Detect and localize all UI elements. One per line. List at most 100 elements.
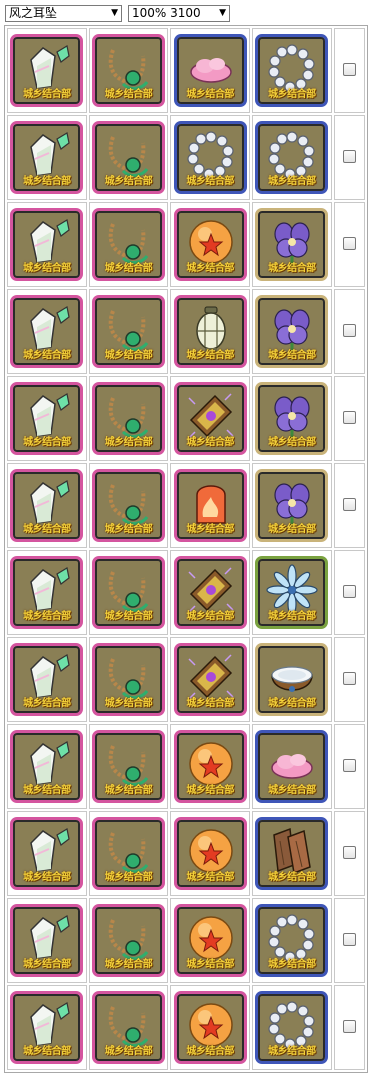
fire-stone-item-tile: 城乡结合部 xyxy=(173,469,247,542)
item-cell: 城乡结合部 xyxy=(252,463,332,548)
select-cell xyxy=(333,115,365,200)
necklace-item-tile: 城乡结合部 xyxy=(92,904,165,977)
rate-select[interactable]: 100% 3100 ▼ xyxy=(128,5,230,22)
row-checkbox[interactable] xyxy=(342,411,356,424)
item-cell: 城乡结合部 xyxy=(88,811,169,896)
item-cell: 城乡结合部 xyxy=(7,376,87,461)
pearl-ring-item-tile: 城乡结合部 xyxy=(255,991,329,1064)
watermark-label: 城乡结合部 xyxy=(186,1046,234,1057)
crystal-item-tile: 城乡结合部 xyxy=(10,121,84,194)
watermark-label: 城乡结合部 xyxy=(23,437,71,448)
crystal-item-tile: 城乡结合部 xyxy=(10,382,84,455)
item-cell: 城乡结合部 xyxy=(88,28,169,113)
select-cell xyxy=(333,811,365,896)
row-checkbox[interactable] xyxy=(342,498,356,511)
violet-flower-item-tile: 城乡结合部 xyxy=(255,208,329,281)
item-cell: 城乡结合部 xyxy=(7,28,87,113)
row-checkbox[interactable] xyxy=(342,63,356,76)
item-cell: 城乡结合部 xyxy=(88,289,169,374)
watermark-label: 城乡结合部 xyxy=(23,524,71,535)
lantern-item-tile: 城乡结合部 xyxy=(173,295,247,368)
crystal-item-tile: 城乡结合部 xyxy=(10,730,84,803)
watermark-label: 城乡结合部 xyxy=(23,785,71,796)
watermark-label: 城乡结合部 xyxy=(186,698,234,709)
row-checkbox[interactable] xyxy=(342,150,356,163)
pink-cloud-item-tile: 城乡结合部 xyxy=(173,34,247,107)
ice-flower-item-tile: 城乡结合部 xyxy=(255,556,329,629)
item-cell: 城乡结合部 xyxy=(7,202,87,287)
watermark-label: 城乡结合部 xyxy=(186,176,234,187)
row-checkbox[interactable] xyxy=(342,1020,356,1033)
watermark-label: 城乡结合部 xyxy=(186,437,234,448)
watermark-label: 城乡结合部 xyxy=(268,89,316,100)
watermark-label: 城乡结合部 xyxy=(104,263,153,274)
watermark-label: 城乡结合部 xyxy=(268,263,316,274)
watermark-label: 城乡结合部 xyxy=(268,524,316,535)
item-cell: 城乡结合部 xyxy=(252,289,332,374)
item-cell: 城乡结合部 xyxy=(7,463,87,548)
spellbook-item-tile: 城乡结合部 xyxy=(173,643,247,716)
item-cell: 城乡结合部 xyxy=(7,115,87,200)
item-cell: 城乡结合部 xyxy=(170,202,251,287)
watermark-label: 城乡结合部 xyxy=(186,611,234,622)
item-cell: 城乡结合部 xyxy=(7,637,87,722)
watermark-label: 城乡结合部 xyxy=(268,785,316,796)
row-checkbox[interactable] xyxy=(342,585,356,598)
item-cell: 城乡结合部 xyxy=(252,898,332,983)
watermark-label: 城乡结合部 xyxy=(23,872,71,883)
table-row: 城乡结合部 城乡结合部 城乡结合部 城乡结合部 xyxy=(7,550,365,635)
row-checkbox[interactable] xyxy=(342,672,356,685)
chevron-down-icon: ▼ xyxy=(219,8,226,18)
watermark-label: 城乡结合部 xyxy=(268,611,316,622)
select-cell xyxy=(333,202,365,287)
violet-flower-item-tile: 城乡结合部 xyxy=(255,382,329,455)
row-checkbox[interactable] xyxy=(342,846,356,859)
table-row: 城乡结合部 城乡结合部 城乡结合部 城乡结合部 xyxy=(7,637,365,722)
watermark-label: 城乡结合部 xyxy=(186,524,234,535)
crystal-item-tile: 城乡结合部 xyxy=(10,817,84,890)
item-cell: 城乡结合部 xyxy=(252,550,332,635)
item-cell: 城乡结合部 xyxy=(88,550,169,635)
row-checkbox[interactable] xyxy=(342,237,356,250)
item-combination-table: 城乡结合部 城乡结合部 城乡结合部 城乡结合部 城乡结合部 城乡结合部 城乡结合部 城乡结合部… xyxy=(4,25,368,1073)
pearl-ring-item-tile: 城乡结合部 xyxy=(255,121,329,194)
watermark-label: 城乡结合部 xyxy=(268,176,316,187)
row-checkbox[interactable] xyxy=(342,759,356,772)
table-row: 城乡结合部 城乡结合部 城乡结合部 城乡结合部 xyxy=(7,463,365,548)
item-select[interactable]: 风之耳坠 ▼ xyxy=(5,5,122,22)
watermark-label: 城乡结合部 xyxy=(23,959,71,970)
wood-planks-item-tile: 城乡结合部 xyxy=(255,817,329,890)
watermark-label: 城乡结合部 xyxy=(104,785,153,796)
watermark-label: 城乡结合部 xyxy=(268,437,316,448)
watermark-label: 城乡结合部 xyxy=(104,611,153,622)
row-checkbox[interactable] xyxy=(342,324,356,337)
watermark-label: 城乡结合部 xyxy=(104,872,153,883)
watermark-label: 城乡结合部 xyxy=(186,959,234,970)
crystal-item-tile: 城乡结合部 xyxy=(10,643,84,716)
watermark-label: 城乡结合部 xyxy=(104,524,153,535)
item-cell: 城乡结合部 xyxy=(88,637,169,722)
table-row: 城乡结合部 城乡结合部 城乡结合部 城乡结合部 xyxy=(7,811,365,896)
table-row: 城乡结合部 城乡结合部 城乡结合部 城乡结合部 xyxy=(7,115,365,200)
item-cell: 城乡结合部 xyxy=(7,550,87,635)
violet-flower-item-tile: 城乡结合部 xyxy=(255,295,329,368)
item-select-value: 风之耳坠 xyxy=(9,6,58,20)
item-cell: 城乡结合部 xyxy=(170,376,251,461)
watermark-label: 城乡结合部 xyxy=(23,350,71,361)
item-cell: 城乡结合部 xyxy=(170,28,251,113)
spellbook-item-tile: 城乡结合部 xyxy=(173,382,247,455)
row-checkbox[interactable] xyxy=(342,933,356,946)
necklace-item-tile: 城乡结合部 xyxy=(92,382,165,455)
item-cell: 城乡结合部 xyxy=(7,898,87,983)
watermark-label: 城乡结合部 xyxy=(23,176,71,187)
watermark-label: 城乡结合部 xyxy=(186,89,234,100)
crystal-item-tile: 城乡结合部 xyxy=(10,904,84,977)
watermark-label: 城乡结合部 xyxy=(23,1046,71,1057)
item-cell: 城乡结合部 xyxy=(170,115,251,200)
select-cell xyxy=(333,898,365,983)
star-orb-item-tile: 城乡结合部 xyxy=(173,991,247,1064)
watermark-label: 城乡结合部 xyxy=(23,611,71,622)
item-cell: 城乡结合部 xyxy=(170,724,251,809)
watermark-label: 城乡结合部 xyxy=(104,176,153,187)
violet-flower-item-tile: 城乡结合部 xyxy=(255,469,329,542)
